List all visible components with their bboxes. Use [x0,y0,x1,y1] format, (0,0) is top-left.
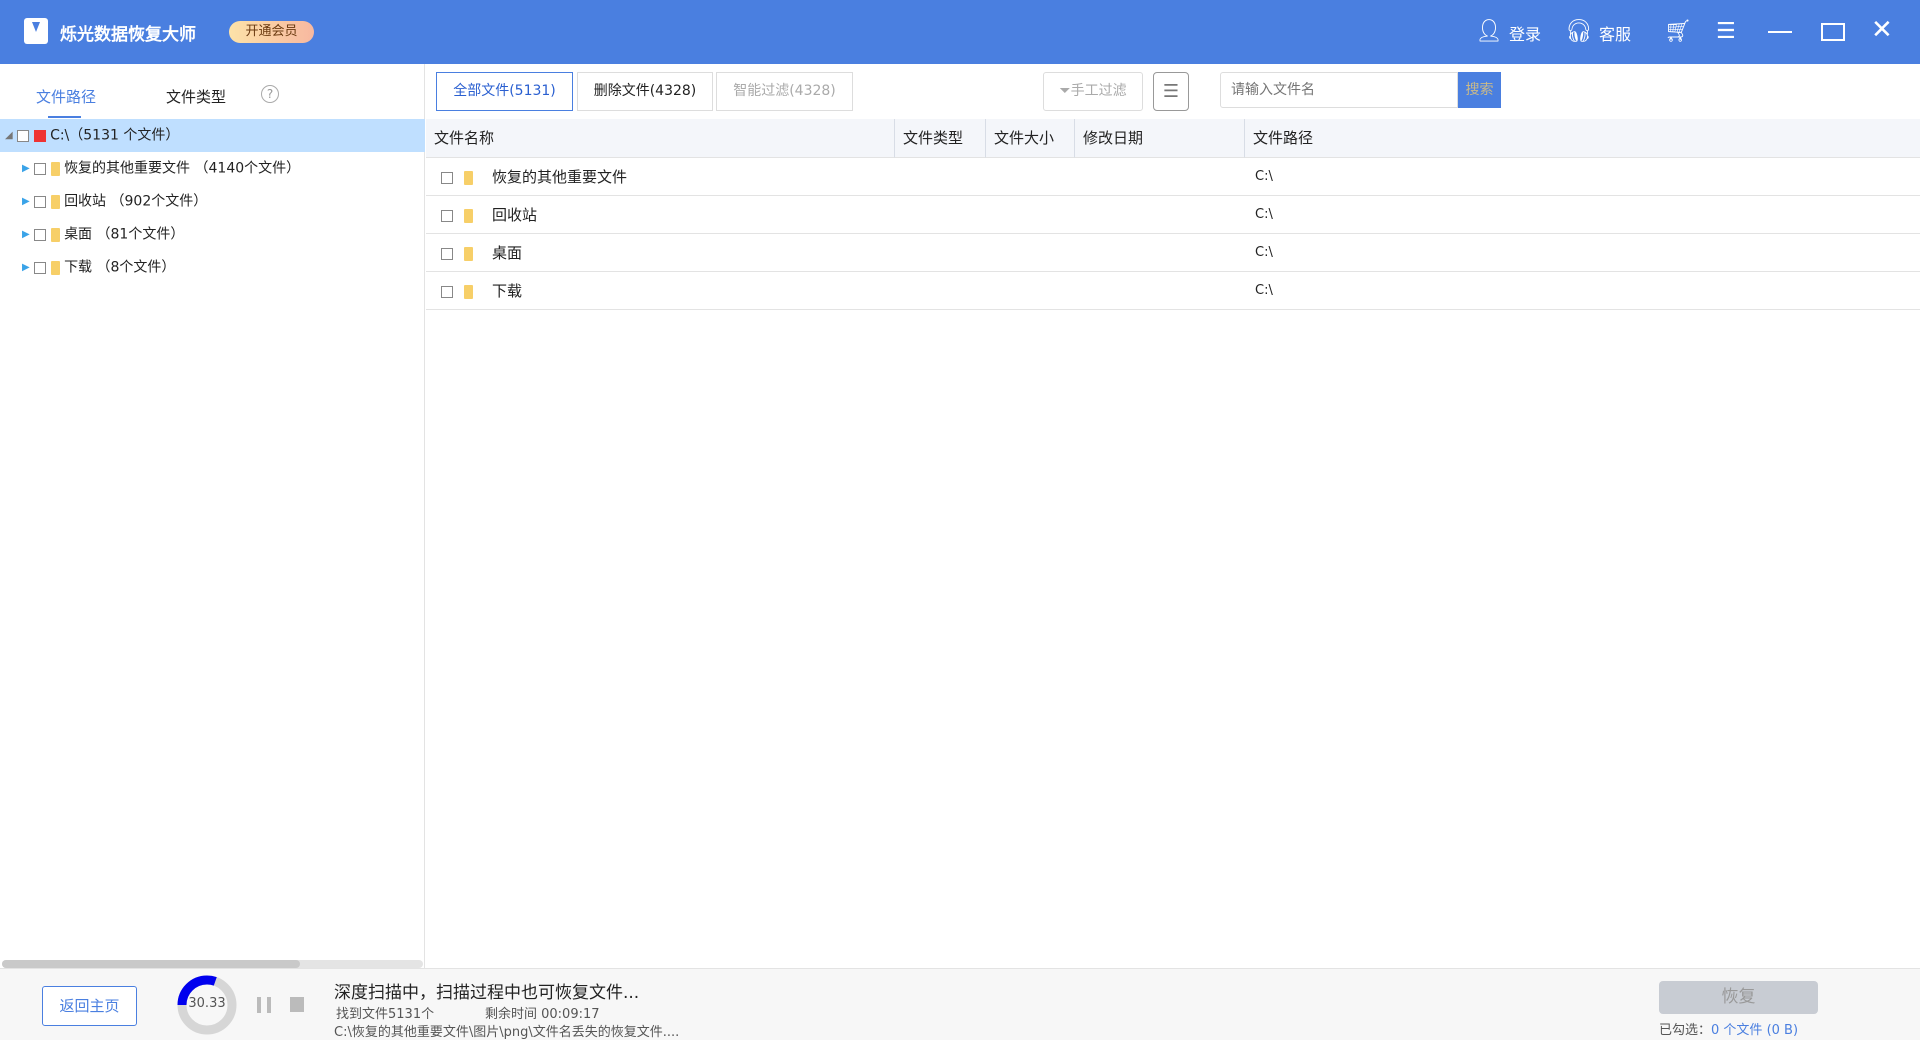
folder-icon [464,171,473,185]
tab-smart-filter[interactable]: 智能过滤(4328) [716,72,853,111]
selected-size: (0 B) [1766,1023,1799,1038]
back-home-button[interactable]: 返回主页 [42,986,137,1026]
left-panel: 文件路径 文件类型 ? ◢ C:\（5131 个文件） ▶ 恢复的其他重要文件 … [0,64,425,968]
expand-arrow-icon[interactable]: ▶ [22,229,30,240]
horizontal-scrollbar[interactable] [2,960,423,968]
filter-icon: ⏷ [1059,83,1071,99]
tree-item[interactable]: ▶ 恢复的其他重要文件 （4140个文件） [0,152,425,185]
tab-file-path[interactable]: 文件路径 [36,86,96,107]
expand-arrow-icon[interactable]: ▶ [22,262,30,273]
checkbox[interactable] [441,248,453,260]
column-name[interactable]: 文件名称 [426,119,895,158]
expand-arrow-icon[interactable]: ▶ [22,163,30,174]
close-icon[interactable]: ✕ [1871,16,1893,44]
manual-filter-label: 手工过滤 [1070,83,1127,99]
file-name: 桌面 [492,244,523,262]
app-title: 烁光数据恢复大师 [60,25,196,45]
folder-icon [464,209,473,223]
remaining-time: 剩余时间 00:09:17 [485,1007,600,1022]
expand-arrow-icon[interactable]: ▶ [22,196,30,207]
app-logo-icon [24,18,48,44]
folder-icon [464,285,473,299]
checkbox[interactable] [34,195,47,208]
tab-file-type[interactable]: 文件类型 [166,86,226,107]
login-link[interactable]: 登录 [1509,21,1541,45]
folder-icon [50,227,60,242]
drive-icon [33,129,46,142]
tree-label: 恢复的其他重要文件 （4140个文件） [64,160,301,177]
title-bar: 烁光数据恢复大师 开通会员 👤︎ 登录 🎧︎ 客服 🛒︎ ☰ ✕ [0,0,1920,64]
vip-button[interactable]: 开通会员 [229,21,314,43]
service-link[interactable]: 客服 [1599,21,1631,45]
checkbox[interactable] [34,162,47,175]
current-path: C:\恢复的其他重要文件\图片\png\文件名丢失的恢复文件.... [334,1025,680,1040]
recover-button[interactable]: 恢复 [1659,981,1818,1014]
pause-icon[interactable] [257,997,271,1013]
table-row[interactable]: 桌面 C:\ [426,234,1920,272]
headset-icon[interactable]: 🎧︎ [1565,18,1593,46]
found-count: 找到文件5131个 [336,1007,435,1022]
checkbox[interactable] [34,228,47,241]
tree-label: 桌面 （81个文件） [64,226,185,243]
menu-icon[interactable]: ☰ [1716,18,1736,46]
column-date[interactable]: 修改日期 [1075,119,1245,158]
file-path: C:\ [1255,283,1273,298]
search-button[interactable]: 搜索 [1458,72,1501,108]
checkbox[interactable] [17,129,30,142]
progress-value: 30.33 [188,996,226,1011]
scrollbar-thumb[interactable] [2,960,300,968]
search-input[interactable] [1220,72,1458,108]
help-icon[interactable]: ? [261,85,279,103]
minimize-icon[interactable] [1768,31,1792,33]
tab-all-files[interactable]: 全部文件(5131) [436,72,573,111]
folder-icon [464,247,473,261]
checkbox[interactable] [441,172,453,184]
scan-status: 深度扫描中，扫描过程中也可恢复文件... [334,983,640,1003]
tree-item[interactable]: ▶ 桌面 （81个文件） [0,218,425,251]
selected-label: 已勾选： [1659,1023,1712,1038]
list-view-icon[interactable]: ☰ [1153,72,1189,111]
checkbox[interactable] [441,210,453,222]
tree-label: 回收站 （902个文件） [64,193,208,210]
tab-underline [48,116,81,118]
table-row[interactable]: 回收站 C:\ [426,196,1920,234]
tree-label: 下载 （8个文件） [64,259,176,276]
stop-icon[interactable] [290,997,304,1012]
file-name: 回收站 [492,206,538,224]
tree-item[interactable]: ▶ 下载 （8个文件） [0,251,425,284]
checkbox[interactable] [441,286,453,298]
file-name: 下载 [492,282,523,300]
manual-filter-button[interactable]: ⏷手工过滤 [1043,72,1143,111]
folder-icon [50,260,60,275]
folder-icon [50,194,60,209]
column-size[interactable]: 文件大小 [986,119,1075,158]
table-row[interactable]: 恢复的其他重要文件 C:\ [426,158,1920,196]
status-footer: 返回主页 30.33 深度扫描中，扫描过程中也可恢复文件... 找到文件5131… [0,968,1920,1040]
tree-item[interactable]: ▶ 回收站 （902个文件） [0,185,425,218]
table-row[interactable]: 下载 C:\ [426,272,1920,310]
file-path: C:\ [1255,169,1273,184]
user-icon[interactable]: 👤︎ [1475,18,1503,46]
file-name: 恢复的其他重要文件 [492,168,628,186]
selected-count: 0 个文件 [1711,1023,1763,1038]
maximize-icon[interactable] [1821,23,1845,41]
column-path[interactable]: 文件路径 [1245,119,1920,158]
column-type[interactable]: 文件类型 [895,119,986,158]
cart-icon[interactable]: 🛒︎ [1664,18,1692,46]
file-path: C:\ [1255,245,1273,260]
selected-summary: 已勾选：0 个文件 (0 B) [1659,1019,1798,1038]
file-path: C:\ [1255,207,1273,222]
tree-item-c-drive[interactable]: ◢ C:\（5131 个文件） [0,119,425,152]
tab-deleted-files[interactable]: 删除文件(4328) [577,72,713,111]
checkbox[interactable] [34,261,47,274]
tree-label: C:\（5131 个文件） [50,127,180,144]
expand-arrow-icon[interactable]: ◢ [5,130,13,141]
folder-icon [50,161,60,176]
